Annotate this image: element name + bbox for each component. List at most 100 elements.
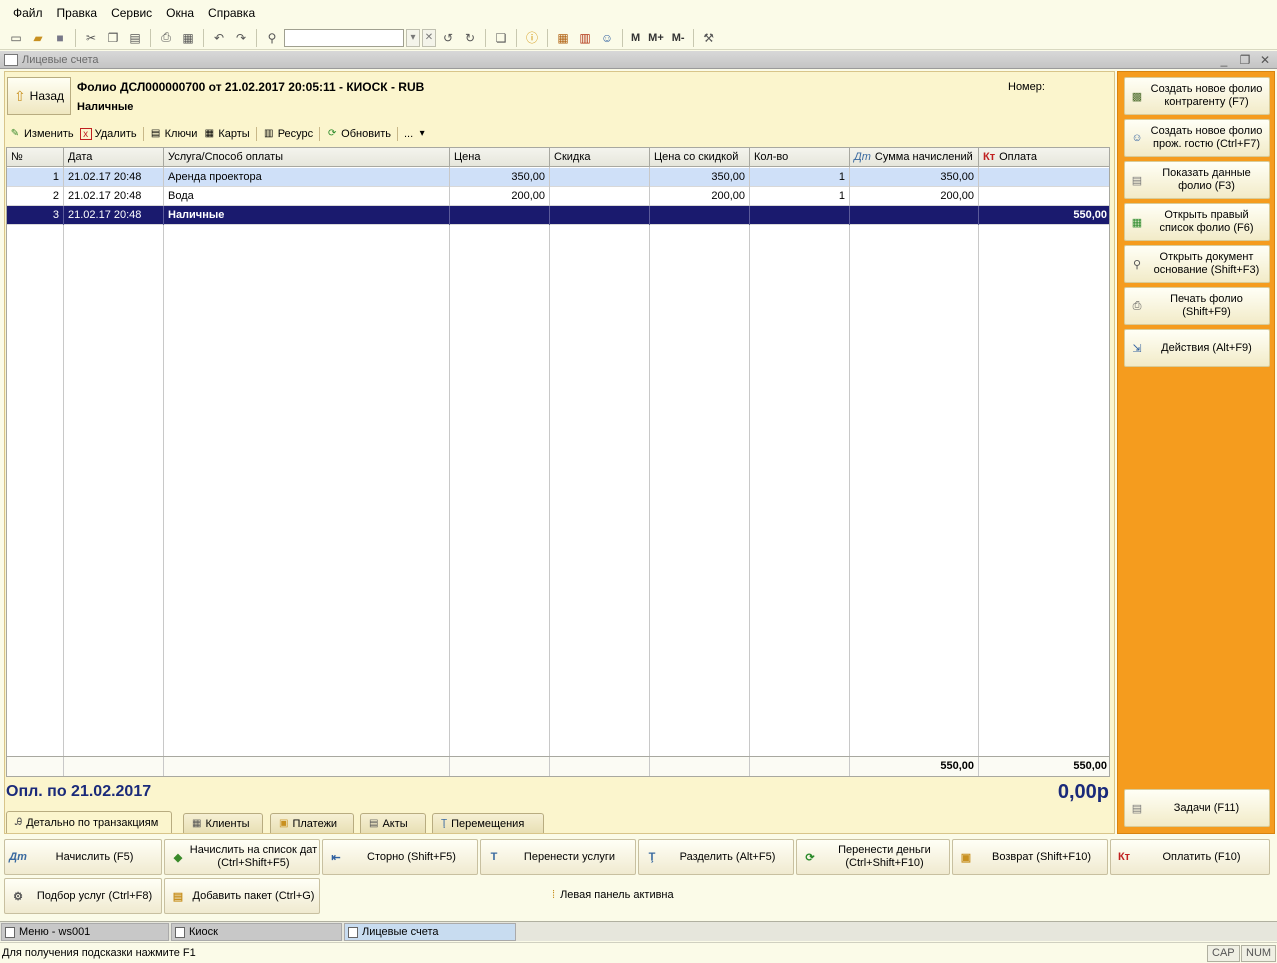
windows-icon[interactable]: ❏ xyxy=(491,28,511,48)
move-money-icon: ⟳ xyxy=(805,851,815,864)
task-menu[interactable]: Меню - ws001 xyxy=(1,923,169,941)
status-bar: Для получения подсказки нажмите F1 CAP N… xyxy=(0,942,1277,963)
find-icon[interactable]: ⚲ xyxy=(262,28,282,48)
tab-clients[interactable]: ▦ Клиенты xyxy=(183,813,263,833)
col-sum[interactable]: Дт Сумма начислений xyxy=(850,148,979,167)
window-taskbar: Меню - ws001 Киоск Лицевые счета xyxy=(0,921,1277,941)
close-icon[interactable]: ✕ xyxy=(1256,51,1274,69)
tab-moves[interactable]: Ţ Перемещения xyxy=(432,813,544,833)
delete-button[interactable]: x Удалить xyxy=(79,128,137,140)
grid-line xyxy=(649,167,650,756)
doc-icon xyxy=(348,926,358,938)
print-folio-button[interactable]: ⎙ Печать фолио (Shift+F9) xyxy=(1124,287,1270,325)
toolbar-search-input[interactable] xyxy=(284,28,404,47)
undo-icon[interactable]: ↶ xyxy=(209,28,229,48)
print-icon[interactable]: ⎙ xyxy=(156,28,176,48)
col-discount-price[interactable]: Цена со скидкой xyxy=(650,148,750,167)
save-icon[interactable]: ■ xyxy=(50,28,70,48)
toolbar-separator xyxy=(255,127,257,141)
search-dropdown-icon[interactable]: ▾ xyxy=(406,28,420,47)
select-services-button[interactable]: ⚙ Подбор услуг (Ctrl+F8) xyxy=(4,878,162,914)
calculator-icon[interactable]: ▦ xyxy=(553,28,573,48)
cut-icon[interactable]: ✂ xyxy=(81,28,101,48)
select-services-icon: ⚙ xyxy=(13,890,23,903)
back-button[interactable]: ⇧ Назад xyxy=(7,77,71,115)
open-icon[interactable]: ▰ xyxy=(28,28,48,48)
toolbar-separator xyxy=(547,28,548,47)
new-folio-contractor-button[interactable]: ▩ Создать новое фолио контрагенту (F7) xyxy=(1124,77,1270,115)
storno-button[interactable]: ⇤ Сторно (Shift+F5) xyxy=(322,839,478,875)
table-row-selected[interactable]: 3 21.02.17 20:48 Наличные 550,00 xyxy=(7,206,1109,225)
folio-title: Фолио ДСЛ000000700 от 21.02.2017 20:05:1… xyxy=(77,80,425,94)
cell-price: 350,00 xyxy=(450,168,550,187)
memory-minus-button[interactable]: M- xyxy=(669,28,688,48)
keys-icon: ▤ xyxy=(150,128,161,139)
menu-windows[interactable]: Окна xyxy=(159,6,201,20)
col-service[interactable]: Услуга/Способ оплаты xyxy=(164,148,450,167)
new-doc-icon[interactable]: ▭ xyxy=(6,28,26,48)
keys-button[interactable]: ▤ Ключи xyxy=(150,128,197,140)
col-quantity[interactable]: Кол-во xyxy=(750,148,850,167)
edit-button[interactable]: ✎ Изменить xyxy=(9,128,74,140)
toolbar-separator xyxy=(256,28,257,47)
users-icon[interactable]: ☺ xyxy=(597,28,617,48)
resource-button[interactable]: ▥ Ресурс xyxy=(263,128,313,140)
find-prev-icon[interactable]: ↻ xyxy=(460,28,480,48)
tools-icon[interactable]: ⚒ xyxy=(699,28,719,48)
tasks-button[interactable]: ▤ Задачи (F11) xyxy=(1124,789,1270,827)
actions-button[interactable]: ⇲ Действия (Alt+F9) xyxy=(1124,329,1270,367)
cell-quantity: 1 xyxy=(750,187,850,206)
memory-m-button[interactable]: M xyxy=(628,28,643,48)
tab-payments[interactable]: ▣ Платежи xyxy=(270,813,354,833)
calendar-icon[interactable]: ▥ xyxy=(575,28,595,48)
redo-icon[interactable]: ↷ xyxy=(231,28,251,48)
table-row[interactable]: 1 21.02.17 20:48 Аренда проектора 350,00… xyxy=(7,168,1109,187)
task-folio[interactable]: Лицевые счета xyxy=(344,923,516,941)
toolbar-separator xyxy=(150,28,151,47)
menu-service[interactable]: Сервис xyxy=(104,6,159,20)
info-icon[interactable]: ⓘ xyxy=(522,28,542,48)
menu-file[interactable]: Файл xyxy=(6,6,50,20)
refresh-button[interactable]: ⟳ Обновить xyxy=(326,128,391,140)
grid-line xyxy=(163,167,164,756)
task-kiosk[interactable]: Киоск xyxy=(171,923,342,941)
col-number[interactable]: № xyxy=(7,148,64,167)
footer-cell xyxy=(750,757,850,776)
tab-detail[interactable]: Ꭿ Детально по транзакциям xyxy=(6,811,172,833)
split-button[interactable]: Ţ Разделить (Alt+F5) xyxy=(638,839,794,875)
cards-button[interactable]: ▦ Карты xyxy=(203,128,250,140)
menu-help[interactable]: Справка xyxy=(201,6,262,20)
tab-acts[interactable]: ▤ Акты xyxy=(360,813,426,833)
charge-button[interactable]: Дт Начислить (F5) xyxy=(4,839,162,875)
cell-date: 21.02.17 20:48 xyxy=(64,206,164,225)
open-folio-list-button[interactable]: ▦ Открыть правый список фолио (F6) xyxy=(1124,203,1270,241)
open-base-doc-button[interactable]: ⚲ Открыть документ основание (Shift+F3) xyxy=(1124,245,1270,283)
menu-edit[interactable]: Правка xyxy=(50,6,105,20)
paste-icon[interactable]: ▤ xyxy=(125,28,145,48)
memory-plus-button[interactable]: M+ xyxy=(645,28,667,48)
add-package-button[interactable]: ▤ Добавить пакет (Ctrl+G) xyxy=(164,878,320,914)
search-clear-icon[interactable]: ✕ xyxy=(422,28,436,47)
copy-icon[interactable]: ❐ xyxy=(103,28,123,48)
window-doc-icon xyxy=(4,53,18,66)
col-price[interactable]: Цена xyxy=(450,148,550,167)
move-services-button[interactable]: T Перенести услуги xyxy=(480,839,636,875)
charge-date-list-button[interactable]: ◆ Начислить на список дат (Ctrl+Shift+F5) xyxy=(164,839,320,875)
restore-icon[interactable]: ❐ xyxy=(1236,51,1254,69)
move-money-button[interactable]: ⟳ Перенести деньги (Ctrl+Shift+F10) xyxy=(796,839,950,875)
col-date[interactable]: Дата xyxy=(64,148,164,167)
print-preview-icon[interactable]: ▦ xyxy=(178,28,198,48)
show-folio-data-button[interactable]: ▤ Показать данные фолио (F3) xyxy=(1124,161,1270,199)
col-payment[interactable]: Кт Оплата xyxy=(979,148,1111,167)
refund-button[interactable]: ▣ Возврат (Shift+F10) xyxy=(952,839,1108,875)
folio-payment-type: Наличные xyxy=(77,101,134,113)
new-folio-guest-button[interactable]: ☺ Создать новое фолио прож. гостю (Ctrl+F… xyxy=(1124,119,1270,157)
pay-button[interactable]: Кт Оплатить (F10) xyxy=(1110,839,1270,875)
cell-discount xyxy=(550,187,650,206)
transactions-grid[interactable]: № Дата Услуга/Способ оплаты Цена Скидка … xyxy=(6,147,1110,777)
col-discount[interactable]: Скидка xyxy=(550,148,650,167)
more-button[interactable]: ... ▾ xyxy=(404,128,428,140)
find-next-icon[interactable]: ↺ xyxy=(438,28,458,48)
minimize-icon[interactable]: _ xyxy=(1215,51,1233,69)
table-row[interactable]: 2 21.02.17 20:48 Вода 200,00 200,00 1 20… xyxy=(7,187,1109,206)
